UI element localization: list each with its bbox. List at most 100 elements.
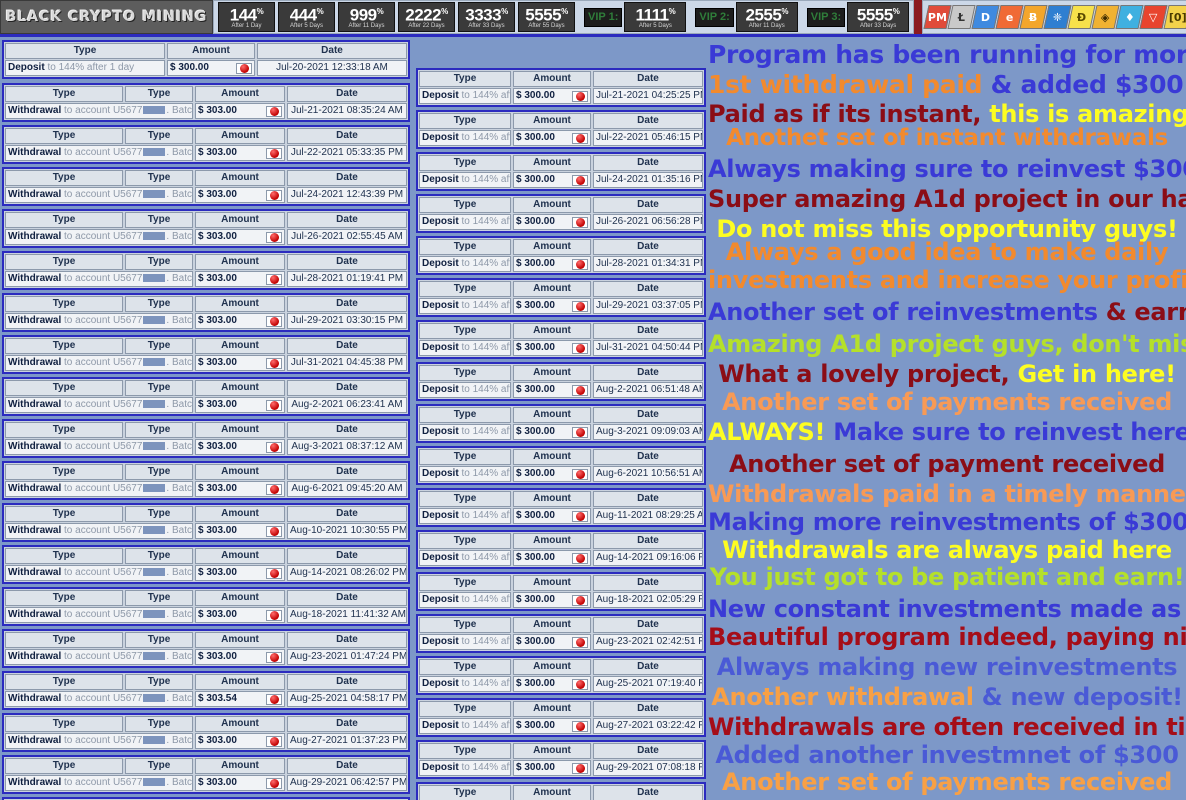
table-row[interactable]: TypeTypeAmountDateWithdrawal to account … <box>2 629 410 668</box>
table-row[interactable]: TypeAmountDateDeposit to 144% after 1 da… <box>416 320 706 359</box>
table-row[interactable]: TypeAmountDateDeposit to 144% after 1 da… <box>416 488 706 527</box>
col-header-type: Type <box>419 407 511 423</box>
col-header-amount: Amount <box>513 239 591 255</box>
vip-plan-2555[interactable]: VIP 2: 2555% After 11 Days <box>695 2 798 32</box>
plan-badge-444[interactable]: 444% After 5 Days <box>278 2 335 32</box>
col-header-date: Date <box>257 43 407 59</box>
col-header-amount: Amount <box>513 407 591 423</box>
perfectmoney-badge-icon <box>572 720 588 732</box>
deposit-description: Deposit to 144% after 1 day <box>419 592 511 608</box>
col-header-type: Type <box>5 212 123 228</box>
deposit-label: Deposit <box>422 426 459 437</box>
masked-account-block <box>143 610 166 619</box>
site-logo[interactable]: BLACK CRYPTO MINING <box>0 0 213 34</box>
amount-value: $ 303.00 <box>198 651 237 662</box>
table-row[interactable]: TypeTypeAmountDateWithdrawal to account … <box>2 461 410 500</box>
table-row[interactable]: TypeTypeAmountDateWithdrawal to account … <box>2 713 410 752</box>
table-row[interactable]: TypeTypeAmountDateWithdrawal to account … <box>2 671 410 710</box>
plan-badge-3333[interactable]: 3333% After 33 Days <box>458 2 515 32</box>
table-row[interactable]: TypeAmountDateDeposit to 144% after 1 da… <box>416 782 706 800</box>
deposit-plan: to 144% after 1 day <box>461 258 510 269</box>
col-header-type: Type <box>419 197 511 213</box>
col-header-amount: Amount <box>195 464 285 480</box>
withdrawal-amount: $ 303.00 <box>195 187 285 203</box>
table-row[interactable]: TypeTypeAmountDateWithdrawal to account … <box>2 251 410 290</box>
amount-value: $ 303.00 <box>198 399 237 410</box>
table-row[interactable]: TypeAmountDateDeposit to 144% after 1 da… <box>416 110 706 149</box>
promo-message: Withdrawals paid in a timely manner <box>708 482 1186 506</box>
table-row[interactable]: TypeTypeAmountDateWithdrawal to account … <box>2 587 410 626</box>
promo-message: New constant investments made as well <box>708 597 1186 621</box>
col-header-amount: Amount <box>195 506 285 522</box>
plan-badge-5555[interactable]: 5555% After 55 Days <box>518 2 575 32</box>
promo-message-part: Anothet set of instant withdrawals <box>726 125 1168 151</box>
amount-value: $ 303.00 <box>198 525 237 536</box>
table-row[interactable]: TypeTypeAmountDateWithdrawal to account … <box>2 125 410 164</box>
table-row[interactable]: TypeTypeAmountDateWithdrawal to account … <box>2 755 410 794</box>
table-row[interactable]: TypeAmountDateDeposit to 144% after 1 da… <box>416 278 706 317</box>
col-header-type: Type <box>419 113 511 129</box>
vip-plan-5555[interactable]: VIP 3: 5555% After 33 Days <box>806 2 910 32</box>
first-deposit-card[interactable]: Type Amount Date Deposit to 144% after 1… <box>2 40 410 79</box>
withdrawal-label: Withdrawal <box>8 609 62 620</box>
zcash-icon[interactable]: [0] <box>1163 5 1186 29</box>
deposit-description: Deposit to 144% after 1 day <box>419 718 511 734</box>
table-row[interactable]: TypeAmountDateDeposit to 144% after 1 da… <box>416 698 706 737</box>
perfectmoney-badge-icon <box>572 216 588 228</box>
table-row[interactable]: TypeTypeAmountDateWithdrawal to account … <box>2 545 410 584</box>
table-row[interactable]: TypeTypeAmountDateWithdrawal to account … <box>2 503 410 542</box>
plan-badge-999[interactable]: 999% After 11 Days <box>338 2 395 32</box>
col-header-type: Type <box>419 281 511 297</box>
table-row[interactable]: TypeAmountDateDeposit to 144% after 1 da… <box>416 656 706 695</box>
deposit-date: Aug-23-2021 02:42:51 PM <box>593 634 703 650</box>
plan-badge-2222[interactable]: 2222% After 22 Days <box>398 2 455 32</box>
table-row[interactable]: TypeAmountDateDeposit to 144% after 1 da… <box>416 194 706 233</box>
table-row[interactable]: TypeTypeAmountDateWithdrawal to account … <box>2 293 410 332</box>
deposit-label: Deposit <box>422 174 459 185</box>
table-row[interactable]: TypeAmountDateDeposit to 144% after 1 da… <box>416 68 706 107</box>
col-header-amount: Amount <box>195 296 285 312</box>
amount-value: $ 300.00 <box>516 720 555 731</box>
perfectmoney-badge-icon <box>266 483 282 495</box>
col-header-amount: Amount <box>195 590 285 606</box>
amount-value: $ 300.00 <box>516 216 555 227</box>
table-row[interactable]: TypeAmountDateDeposit to 144% after 1 da… <box>416 404 706 443</box>
table-row[interactable]: TypeAmountDateDeposit to 144% after 1 da… <box>416 446 706 485</box>
table-row[interactable]: TypeAmountDateDeposit to 144% after 1 da… <box>416 530 706 569</box>
table-row[interactable]: TypeTypeAmountDateWithdrawal to account … <box>2 83 410 122</box>
deposit-amount: $ 300.00 <box>513 382 591 398</box>
table-row[interactable]: TypeTypeAmountDateWithdrawal to account … <box>2 419 410 458</box>
promo-message: ALWAYS! Make sure to reinvest here <box>708 420 1186 444</box>
withdrawal-account: to account U5677. Batch is 411542849 <box>64 525 192 536</box>
promo-message-part: Added another investmnet of $300 <box>715 741 1179 769</box>
withdrawal-date: Jul-28-2021 01:19:41 PM <box>287 271 407 287</box>
table-row[interactable]: TypeTypeAmountDateWithdrawal to account … <box>2 167 410 206</box>
table-row[interactable]: TypeTypeAmountDateWithdrawal to account … <box>2 209 410 248</box>
deposit-plan: to 144% after 1 day <box>461 342 510 353</box>
col-header-date: Date <box>287 170 407 186</box>
table-row[interactable]: TypeAmountDateDeposit to 144% after 1 da… <box>416 614 706 653</box>
col-header-type: Type <box>5 296 123 312</box>
first-deposit-date: Jul-20-2021 12:33:18 AM <box>257 60 407 76</box>
withdrawal-label: Withdrawal <box>8 483 62 494</box>
col-header-date: Date <box>593 617 703 633</box>
perfectmoney-badge-icon <box>266 441 282 453</box>
amount-value: $ 303.00 <box>198 315 237 326</box>
perfectmoney-badge-icon <box>236 62 252 74</box>
table-row[interactable]: TypeAmountDateDeposit to 144% after 1 da… <box>416 152 706 191</box>
table-row[interactable]: TypeAmountDateDeposit to 144% after 1 da… <box>416 236 706 275</box>
withdrawal-date: Aug-23-2021 01:47:24 PM <box>287 649 407 665</box>
vip-plan-1111[interactable]: VIP 1: 1111% After 5 Days <box>584 2 687 32</box>
col-header-date: Date <box>287 632 407 648</box>
withdrawal-description: Withdrawal to account U5677. Batch is 41… <box>5 481 193 497</box>
plan-badge-144[interactable]: 144% After 1 Day <box>218 2 275 32</box>
col-header-date: Date <box>593 449 703 465</box>
table-row[interactable]: TypeAmountDateDeposit to 144% after 1 da… <box>416 572 706 611</box>
col-header-amount: Amount <box>195 548 285 564</box>
table-row[interactable]: TypeAmountDateDeposit to 144% after 1 da… <box>416 740 706 779</box>
table-row[interactable]: TypeTypeAmountDateWithdrawal to account … <box>2 377 410 416</box>
table-row[interactable]: TypeAmountDateDeposit to 144% after 1 da… <box>416 362 706 401</box>
withdrawal-label: Withdrawal <box>8 651 62 662</box>
table-row[interactable]: TypeTypeAmountDateWithdrawal to account … <box>2 335 410 374</box>
col-header-type-2: Type <box>125 338 193 354</box>
